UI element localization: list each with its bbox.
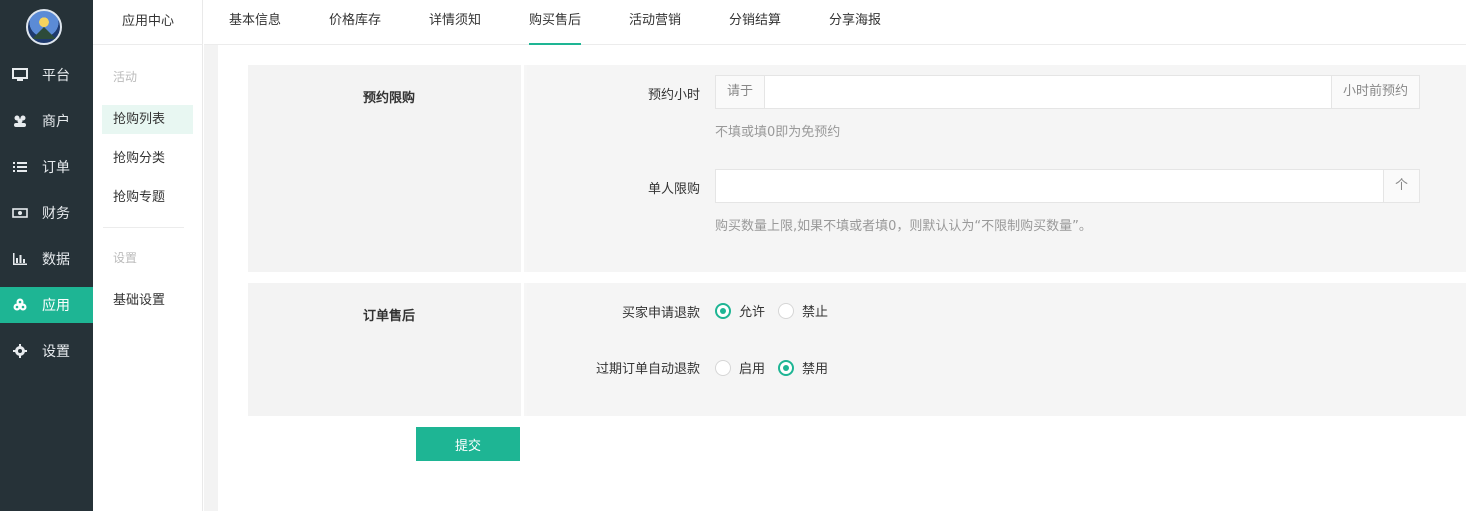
sub-link-flash-sale-category[interactable]: 抢购分类 xyxy=(102,144,193,173)
nav-item-merchant[interactable]: 商户 xyxy=(0,103,93,139)
money-icon xyxy=(12,208,28,218)
sub-menu-title: 应用中心 xyxy=(93,0,203,45)
reserve-help: 不填或填0即为免预约 xyxy=(715,125,841,140)
radio-label: 启用 xyxy=(739,362,766,377)
limit-suffix: 个 xyxy=(1382,170,1419,202)
sub-group-activity: 活动 xyxy=(113,70,138,84)
nav-label: 设置 xyxy=(42,344,70,360)
tab-basic-info[interactable]: 基本信息 xyxy=(229,0,281,45)
reserve-prefix: 请于 xyxy=(716,76,766,108)
reserve-hours-label: 预约小时 xyxy=(647,88,700,103)
radio-button[interactable] xyxy=(778,302,795,319)
limit-help: 购买数量上限,如果不填或者填0，则默认认为“不限制购买数量”。 xyxy=(715,219,1092,234)
nav-label: 订单 xyxy=(42,160,70,176)
nav-label: 财务 xyxy=(42,206,70,222)
list-icon xyxy=(13,162,27,172)
sub-link-flash-sale-list[interactable]: 抢购列表 xyxy=(102,105,193,134)
gear-icon xyxy=(13,344,27,358)
tab-share-poster[interactable]: 分享海报 xyxy=(829,0,881,45)
sub-group-settings: 设置 xyxy=(113,251,138,265)
radio-button[interactable] xyxy=(715,302,731,319)
nav-item-apps[interactable]: 应用 xyxy=(0,287,93,323)
refund-option-allow[interactable]: 允许 xyxy=(715,301,765,320)
tab-details[interactable]: 详情须知 xyxy=(429,0,481,45)
section-body: 预约小时 请于 小时前预约 不填或填0即为免预约 单人限购 个 购买数量上限,如… xyxy=(527,65,1466,272)
nav-item-data[interactable]: 数据 xyxy=(0,241,93,277)
reserve-hours-group: 请于 小时前预约 xyxy=(715,75,1420,109)
section-label-cell: 订单售后 xyxy=(248,283,524,416)
radio-button[interactable] xyxy=(715,359,731,376)
users-icon xyxy=(14,115,26,127)
nav-item-platform[interactable]: 平台 xyxy=(0,57,93,93)
sub-link-flash-sale-topic[interactable]: 抢购专题 xyxy=(102,183,193,212)
section-aftersale: 订单售后 买家申请退款 允许 禁止 过期订单自动退款 启用 禁用 xyxy=(248,283,1466,416)
tab-distribution[interactable]: 分销结算 xyxy=(729,0,781,45)
refund-radio-group: 允许 禁止 xyxy=(715,301,841,320)
nav-item-settings[interactable]: 设置 xyxy=(0,333,93,369)
section-title: 订单售后 xyxy=(363,309,416,324)
nav-label: 商户 xyxy=(42,114,70,130)
section-label-cell: 预约限购 xyxy=(248,65,524,272)
nav-label: 应用 xyxy=(42,298,70,314)
reserve-hours-input[interactable] xyxy=(765,76,1331,108)
sub-link-basic-settings[interactable]: 基础设置 xyxy=(102,286,193,315)
radio-label: 禁止 xyxy=(802,305,829,320)
cubes-icon xyxy=(13,298,27,311)
tab-bar: 基本信息 价格库存 详情须知 购买售后 活动营销 分销结算 分享海报 xyxy=(204,0,1466,45)
section-body: 买家申请退款 允许 禁止 过期订单自动退款 启用 禁用 xyxy=(527,283,1466,416)
content-gutter xyxy=(204,45,218,511)
limit-input[interactable] xyxy=(716,170,1383,202)
nav-label: 平台 xyxy=(42,68,70,84)
app-logo[interactable] xyxy=(26,9,62,45)
auto-refund-option-enable[interactable]: 启用 xyxy=(715,358,765,377)
section-title: 预约限购 xyxy=(363,91,416,106)
limit-label: 单人限购 xyxy=(647,182,700,197)
auto-refund-radio-group: 启用 禁用 xyxy=(715,358,841,377)
radio-button[interactable] xyxy=(778,359,795,376)
monitor-icon xyxy=(12,68,28,81)
nav-item-finance[interactable]: 财务 xyxy=(0,195,93,231)
reserve-suffix: 小时前预约 xyxy=(1330,76,1419,108)
tab-marketing[interactable]: 活动营销 xyxy=(629,0,681,45)
nav-item-orders[interactable]: 订单 xyxy=(0,149,93,185)
auto-refund-option-disable[interactable]: 禁用 xyxy=(778,358,828,377)
radio-label: 禁用 xyxy=(802,362,829,377)
auto-refund-label: 过期订单自动退款 xyxy=(595,362,700,377)
main-nav: 平台 商户 订单 财务 数据 应用 设置 xyxy=(0,0,93,511)
tab-purchase-aftersale[interactable]: 购买售后 xyxy=(529,0,582,45)
limit-group: 个 xyxy=(715,169,1420,203)
sub-divider xyxy=(103,227,184,228)
nav-label: 数据 xyxy=(42,252,70,268)
refund-option-forbid[interactable]: 禁止 xyxy=(778,301,828,320)
refund-label: 买家申请退款 xyxy=(621,306,700,321)
bar-chart-icon xyxy=(13,253,27,265)
section-reserve-limit: 预约限购 预约小时 请于 小时前预约 不填或填0即为免预约 单人限购 个 购买数… xyxy=(248,65,1466,272)
submit-button[interactable]: 提交 xyxy=(416,427,520,461)
tab-price-stock[interactable]: 价格库存 xyxy=(329,0,381,45)
radio-label: 允许 xyxy=(739,305,766,320)
sub-menu: 应用中心 活动 抢购列表 抢购分类 抢购专题 设置 基础设置 xyxy=(93,0,203,511)
